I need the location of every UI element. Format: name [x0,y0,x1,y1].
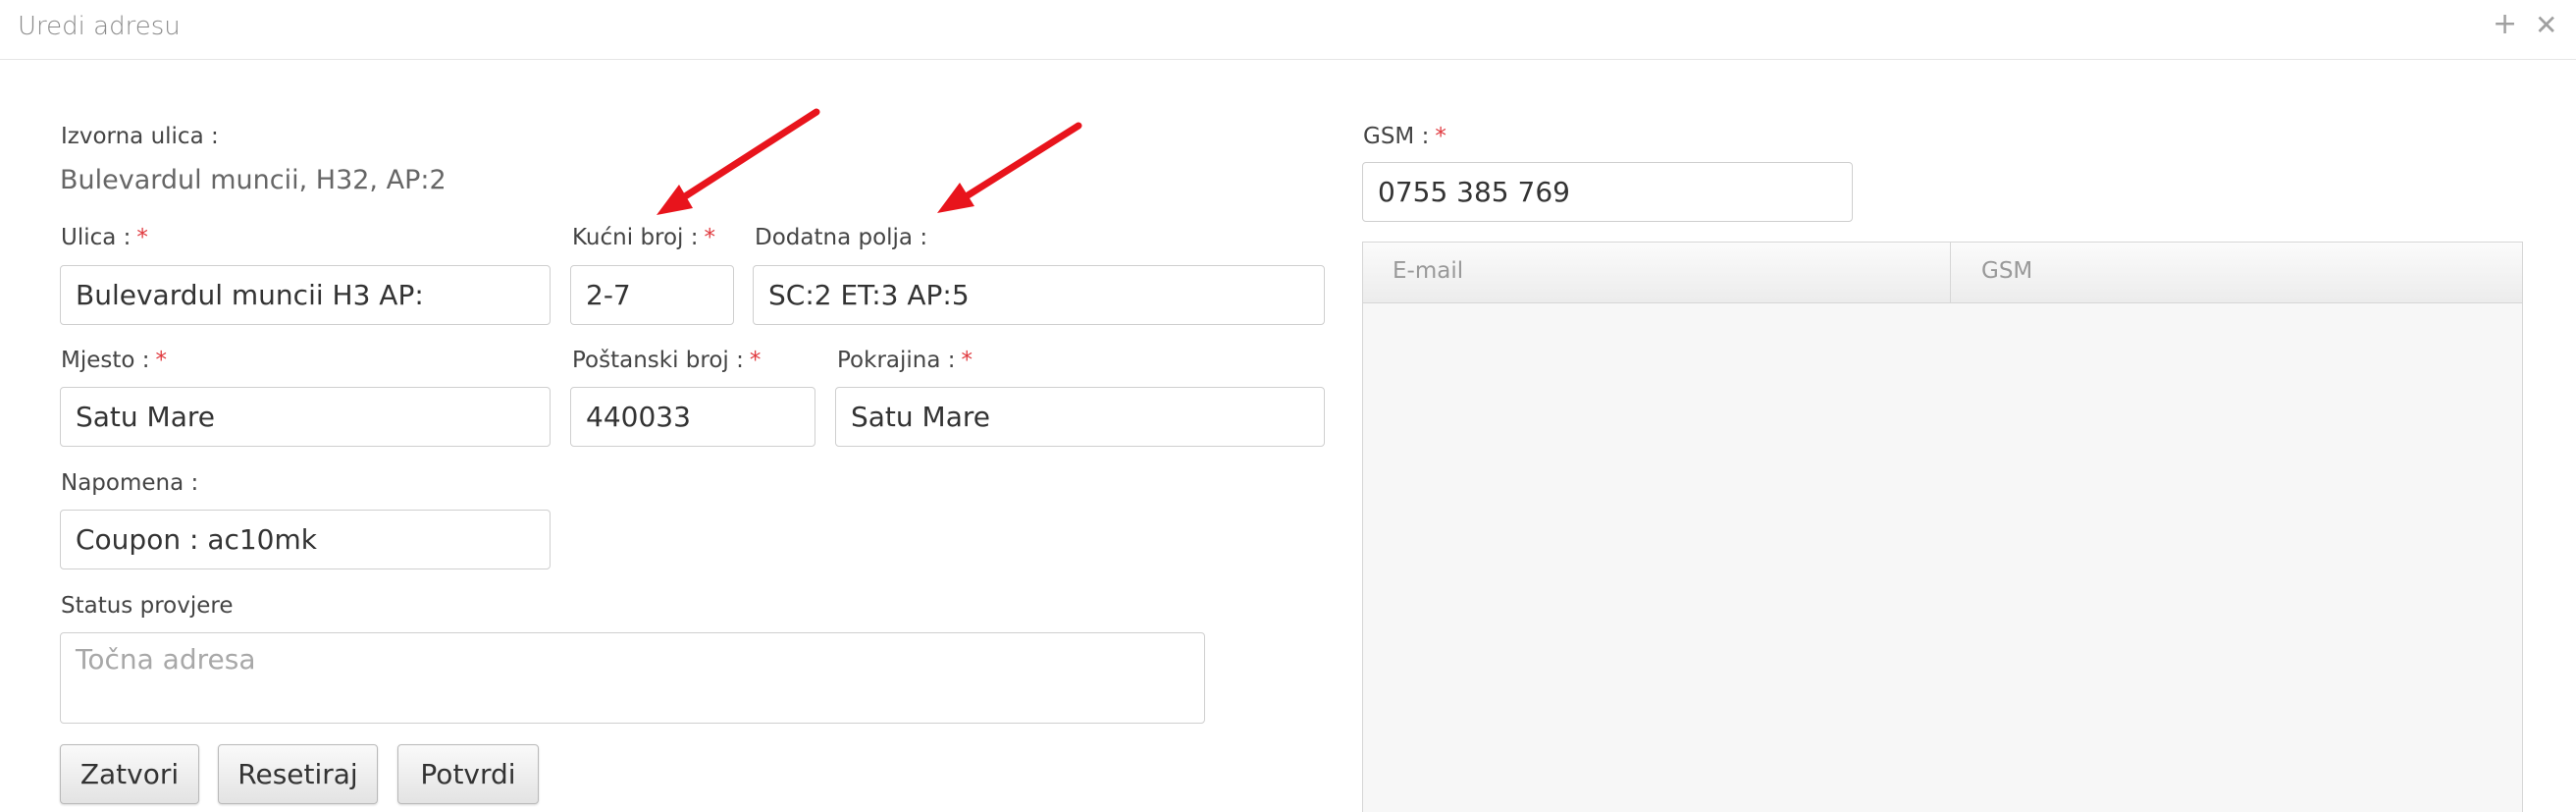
arrow-house-number [657,108,820,215]
arrow-extra-fields [937,122,1082,213]
annotation-arrows [657,108,1082,215]
